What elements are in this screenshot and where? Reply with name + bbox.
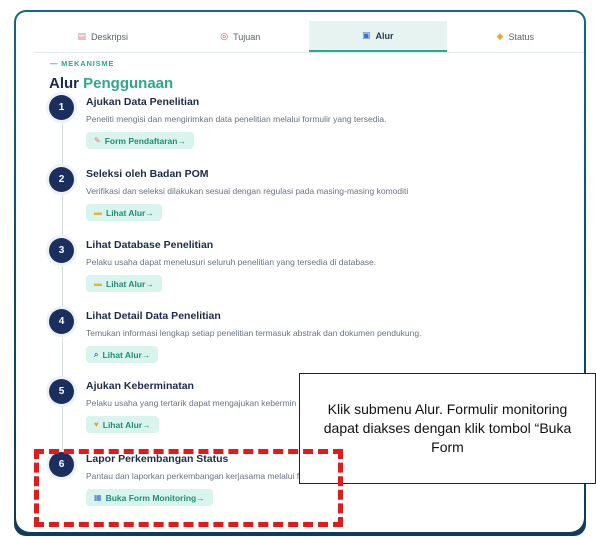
step-description: Verifikasi dan seleksi dilakukan sesuai … xyxy=(86,186,409,196)
button-label: Buka Form Monitoring→ xyxy=(105,492,205,503)
document-icon: ▤ xyxy=(77,31,86,41)
step-number: 6 xyxy=(49,452,74,477)
step-title: Lapor Perkembangan Status xyxy=(86,453,229,465)
tab-tujuan[interactable]: ◎ Tujuan xyxy=(172,21,310,52)
lihat-alur-button[interactable]: ⌕ Lihat Alur→ xyxy=(86,346,159,363)
step-description: Pantau dan laporkan perkembangan kerjasa… xyxy=(86,471,300,481)
step-description: Temukan informasi lengkap setiap penelit… xyxy=(86,328,422,338)
section-title-accent: Penggunaan xyxy=(83,75,174,92)
flow-icon: ▣ xyxy=(361,30,371,40)
heart-icon: ♥ xyxy=(94,420,99,429)
step-title: Lihat Database Penelitian xyxy=(86,239,214,251)
step-description: Pelaku usaha yang tertarik dapat mengaju… xyxy=(86,398,297,408)
lihat-alur-button[interactable]: ▬ Lihat Alur→ xyxy=(86,275,162,292)
target-icon: ◎ xyxy=(220,31,229,41)
folder-icon: ▬ xyxy=(94,208,102,217)
form-pendaftaran-button[interactable]: ✎ Form Pendaftaran→ xyxy=(86,132,194,149)
magnifier-icon: ⌕ xyxy=(94,349,99,359)
step-title: Seleksi oleh Badan POM xyxy=(86,168,209,180)
button-label: Form Pendaftaran→ xyxy=(104,135,186,146)
step-title: Ajukan Data Penelitian xyxy=(86,96,200,108)
chart-icon: ▦ xyxy=(94,493,102,502)
tab-label: Status xyxy=(508,31,534,42)
step-description: Pelaku usaha dapat menelusuri seluruh pe… xyxy=(86,257,377,267)
step-title: Ajukan Keberminatan xyxy=(86,380,194,392)
tab-label: Tujuan xyxy=(233,31,261,42)
lihat-alur-button[interactable]: ♥ Lihat Alur→ xyxy=(86,416,159,433)
folder-icon: ▬ xyxy=(94,279,102,288)
tab-status[interactable]: ◆ Status xyxy=(447,21,585,52)
tab-bar: ▤ Deskripsi ◎ Tujuan ▣ Alur ◆ Status xyxy=(34,21,584,53)
section-title: Alur Penggunaan xyxy=(49,75,173,92)
tab-alur[interactable]: ▣ Alur xyxy=(309,21,447,52)
section-eyebrow: — MEKANISME xyxy=(50,59,115,68)
tab-label: Alur xyxy=(375,30,394,41)
tab-label: Deskripsi xyxy=(91,31,129,42)
button-label: Lihat Alur→ xyxy=(106,278,154,289)
tab-deskripsi[interactable]: ▤ Deskripsi xyxy=(34,21,172,52)
button-label: Lihat Alur→ xyxy=(106,207,154,218)
button-label: Lihat Alur→ xyxy=(102,419,151,430)
step-number: 1 xyxy=(49,95,74,120)
step-number: 3 xyxy=(49,238,74,263)
form-icon: ✎ xyxy=(94,136,101,145)
step-title: Lihat Detail Data Penelitian xyxy=(86,310,221,322)
callout-text: Klik submenu Alur. Formulir monitoring d… xyxy=(323,401,572,455)
button-label: Lihat Alur→ xyxy=(102,349,151,360)
step-number: 4 xyxy=(49,309,74,334)
lihat-alur-button[interactable]: ▬ Lihat Alur→ xyxy=(86,204,162,221)
section-title-main: Alur xyxy=(49,75,79,92)
step-number: 5 xyxy=(49,379,74,404)
step-number: 2 xyxy=(49,167,74,192)
status-icon: ◆ xyxy=(496,31,504,41)
instruction-callout: Klik submenu Alur. Formulir monitoring d… xyxy=(299,373,596,484)
step-description: Peneliti mengisi dan mengirimkan data pe… xyxy=(86,114,387,124)
buka-form-monitoring-button[interactable]: ▦ Buka Form Monitoring→ xyxy=(86,489,213,506)
